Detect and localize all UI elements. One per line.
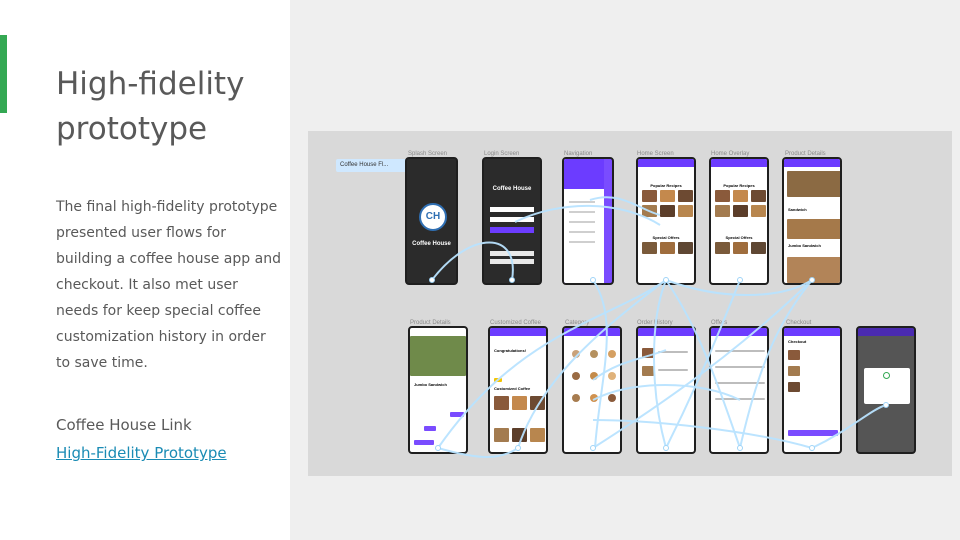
navigation-screen[interactable] [562, 157, 614, 285]
checkout-title: Checkout [788, 339, 807, 344]
username-field[interactable] [490, 207, 534, 212]
customized-coffee-screen[interactable]: Congratulations! Customized Coffee [488, 326, 548, 454]
password-field[interactable] [490, 217, 534, 222]
login-screen[interactable]: Coffee House [482, 157, 542, 285]
product-details-screen[interactable]: Sandwich Jumbo Sandwich [782, 157, 842, 285]
confirmation-dialog [864, 368, 910, 404]
splash-brand: Coffee House [412, 241, 451, 247]
accent-bar [0, 35, 7, 113]
category-screen[interactable] [562, 326, 622, 454]
order-history-screen[interactable] [636, 326, 696, 454]
home-screen[interactable]: Popular Recipes Special Offers [636, 157, 696, 285]
order-confirmation-screen[interactable] [856, 326, 916, 454]
product-details-2-screen[interactable]: Jumbo Sandwich [408, 326, 468, 454]
overlay-section-title: Special Offers [725, 235, 753, 240]
splash-screen[interactable]: CH Coffee House [405, 157, 458, 285]
link-label: Coffee House Link [56, 416, 192, 434]
home-overlay-screen[interactable]: Popular Recipes Special Offers [709, 157, 769, 285]
home-section-title: Popular Recipes [650, 183, 682, 188]
login-button[interactable] [490, 227, 534, 233]
nav-drawer [564, 159, 604, 283]
text-panel: High-fidelity prototype The final high-f… [0, 0, 290, 540]
login-title: Coffee House [492, 186, 532, 192]
flow-start-tag[interactable]: Coffee House Fl... [336, 159, 407, 172]
checkout-screen[interactable]: Checkout [782, 326, 842, 454]
social-login-button[interactable] [490, 259, 534, 264]
check-icon [883, 372, 890, 379]
product-title: Sandwich [788, 207, 807, 212]
customized-heading: Customized Coffee [494, 386, 531, 391]
coffee-house-logo: CH [419, 203, 447, 231]
product-title: Jumbo Sandwich [414, 382, 447, 387]
slide-body: The final high-fidelity prototype presen… [56, 199, 281, 371]
prototype-link[interactable]: High-Fidelity Prototype [56, 442, 227, 464]
product-title: Jumbo Sandwich [788, 243, 821, 248]
home-section-title: Special Offers [652, 235, 680, 240]
offers-screen[interactable] [709, 326, 769, 454]
social-login-button[interactable] [490, 251, 534, 256]
slide-title: High-fidelity prototype [56, 66, 245, 147]
customized-greeting: Congratulations! [494, 348, 526, 353]
overlay-section-title: Popular Recipes [723, 183, 755, 188]
